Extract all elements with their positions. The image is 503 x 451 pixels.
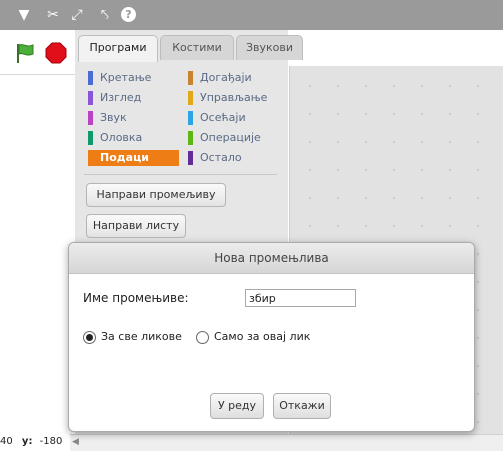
- cancel-label: Откажи: [279, 399, 325, 412]
- this-sprite-only-label: Само за овај лик: [214, 330, 311, 343]
- category-color-bar: [188, 151, 193, 165]
- tab-scripts[interactable]: Програми: [78, 35, 158, 62]
- category-color-bar: [88, 111, 93, 125]
- category-more-blocks[interactable]: Остало: [188, 150, 278, 166]
- category-label: Подаци: [100, 151, 149, 164]
- tab-label: Костими: [172, 41, 222, 54]
- category-sensing[interactable]: Осећаји: [188, 110, 278, 126]
- category-label: Оловка: [100, 131, 143, 144]
- category-label: Остало: [200, 151, 242, 164]
- category-label: Догађаји: [200, 71, 252, 84]
- category-color-bar: [188, 131, 193, 145]
- category-sound[interactable]: Звук: [88, 110, 178, 126]
- category-motion[interactable]: Кретање: [88, 70, 178, 86]
- ok-label: У реду: [217, 399, 257, 412]
- stage-panel: [0, 30, 76, 450]
- category-color-bar: [188, 71, 193, 85]
- for-all-sprites-label: За све ликове: [101, 330, 182, 343]
- category-color-bar: [88, 91, 93, 105]
- category-label: Управљање: [200, 91, 268, 104]
- category-looks[interactable]: Изглед: [88, 90, 178, 106]
- category-events[interactable]: Догађаји: [188, 70, 278, 86]
- variable-name-input[interactable]: збир: [245, 289, 356, 307]
- category-control[interactable]: Управљање: [188, 90, 278, 106]
- category-color-bar: [188, 91, 193, 105]
- tab-costumes[interactable]: Костими: [160, 35, 234, 60]
- make-variable-label: Направи промељиву: [96, 188, 216, 201]
- scissors-icon[interactable]: ✂: [44, 6, 62, 24]
- shrink-icon[interactable]: ⤣: [96, 6, 114, 24]
- make-list-button[interactable]: Направи листу: [86, 214, 186, 238]
- make-variable-button[interactable]: Направи промељиву: [86, 183, 226, 207]
- y-coordinate-label: y:: [21, 436, 33, 447]
- radio-selected-icon: [83, 331, 96, 344]
- y-coordinate-value: -180: [39, 436, 63, 447]
- category-label: Операције: [200, 131, 261, 144]
- category-label: Осећаји: [200, 111, 246, 124]
- new-variable-dialog: Нова промењлива Име промењиве: збир За с…: [68, 242, 475, 432]
- category-color-bar: [188, 111, 193, 125]
- category-label: Звук: [100, 111, 127, 124]
- scroll-left-icon[interactable]: ◀: [72, 437, 79, 447]
- stamp-icon[interactable]: ▼: [15, 6, 33, 24]
- help-icon[interactable]: ?: [121, 7, 136, 22]
- grow-icon[interactable]: ⤢: [68, 6, 86, 24]
- category-label: Изглед: [100, 91, 142, 104]
- x-coordinate-value: 40: [0, 436, 13, 447]
- green-flag-icon[interactable]: [14, 42, 36, 64]
- this-sprite-only-radio[interactable]: Само за овај лик: [196, 329, 326, 345]
- ok-button[interactable]: У реду: [210, 393, 264, 419]
- for-all-sprites-radio[interactable]: За све ликове: [83, 329, 193, 345]
- radio-unselected-icon: [196, 331, 209, 344]
- variable-name-label: Име промењиве:: [83, 291, 189, 305]
- tab-sounds[interactable]: Звукови: [236, 35, 303, 60]
- cancel-button[interactable]: Откажи: [273, 393, 331, 419]
- stop-icon[interactable]: [45, 42, 67, 64]
- mouse-coordinates: 40 y: -180: [0, 434, 75, 450]
- category-pen[interactable]: Оловка: [88, 130, 178, 146]
- category-label: Кретање: [100, 71, 152, 84]
- category-color-bar: [88, 131, 93, 145]
- make-list-label: Направи листу: [92, 219, 180, 232]
- tab-label: Звукови: [245, 41, 294, 54]
- dialog-title: Нова промењлива: [69, 243, 474, 274]
- category-data[interactable]: Подаци: [88, 150, 179, 166]
- palette-divider: [84, 174, 277, 175]
- category-color-bar: [88, 151, 93, 165]
- category-operators[interactable]: Операције: [188, 130, 278, 146]
- top-toolbar: ▼ ✂ ⤢ ⤣ ?: [0, 0, 503, 30]
- tab-label: Програми: [89, 41, 147, 54]
- category-color-bar: [88, 71, 93, 85]
- horizontal-scrollbar[interactable]: ◀: [70, 434, 503, 451]
